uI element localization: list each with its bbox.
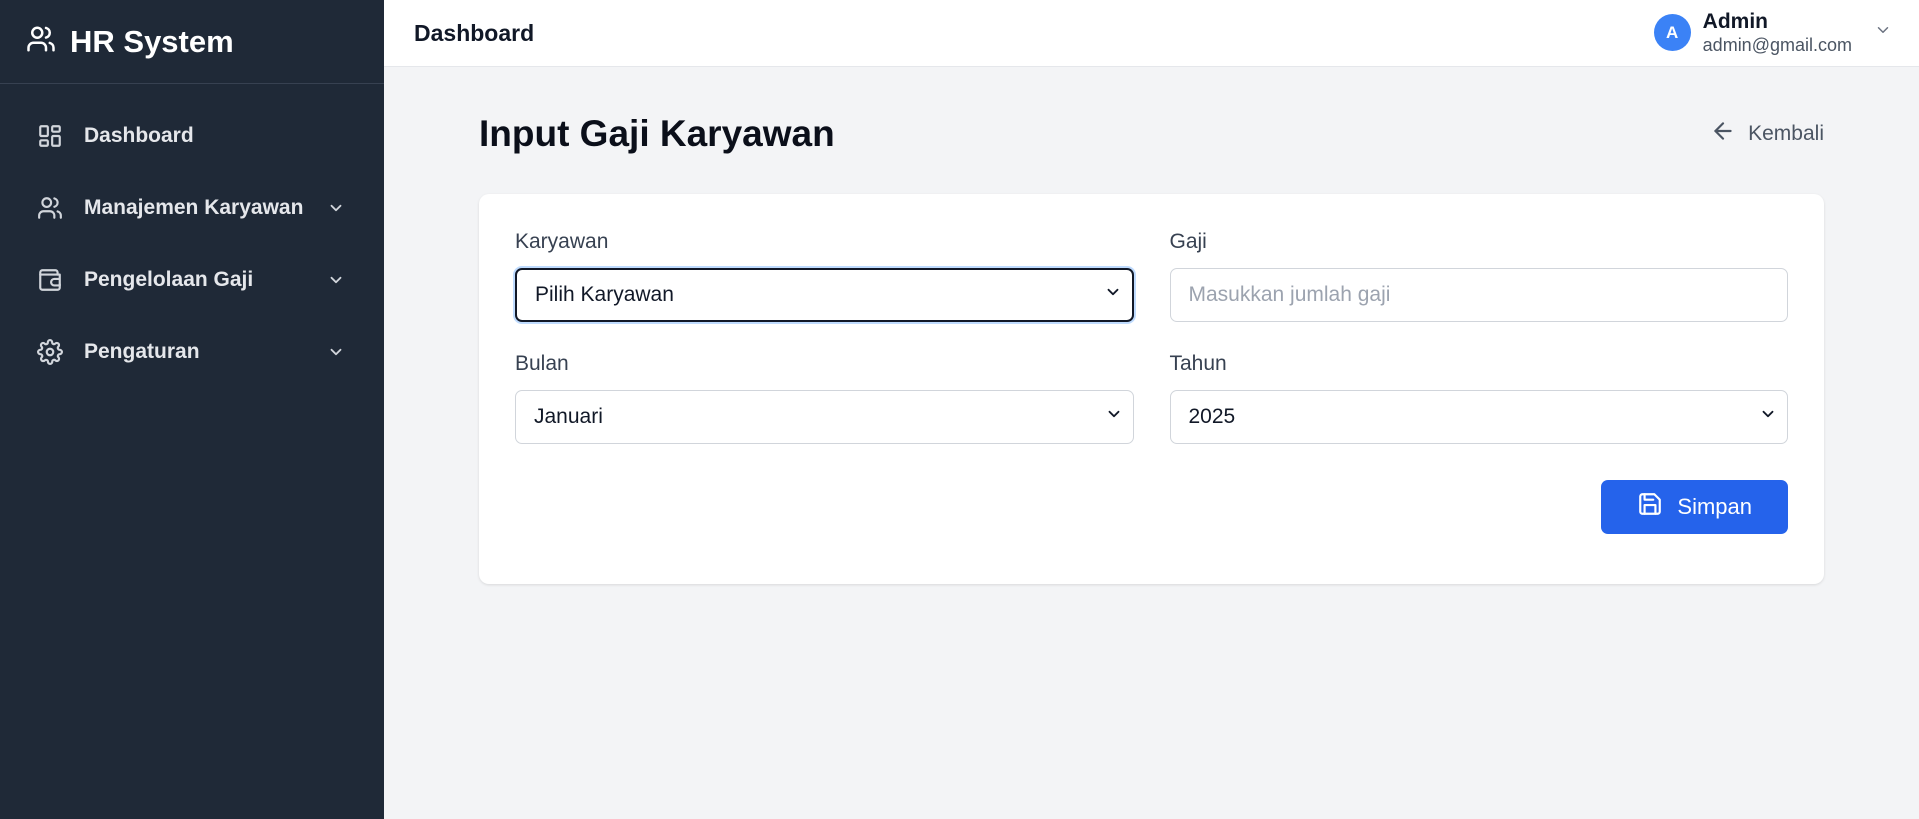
sidebar-item-label: Dashboard [84, 124, 194, 147]
sidebar-item-label: Manajemen Karyawan [84, 196, 304, 219]
back-button[interactable]: Kembali [1710, 118, 1824, 150]
chevron-down-icon [1104, 283, 1122, 307]
page-header: Input Gaji Karyawan Kembali [479, 105, 1824, 163]
sidebar: HR System Dashboard Manajemen Karyawan P… [0, 0, 384, 819]
main-area: Dashboard A Admin admin@gmail.com Input … [384, 0, 1919, 819]
user-name: Admin [1702, 10, 1768, 34]
field-gaji: Gaji [1169, 230, 1788, 322]
sidebar-item-pengaturan[interactable]: Pengaturan [0, 316, 384, 388]
karyawan-select[interactable]: Pilih Karyawan [515, 268, 1134, 322]
chevron-down-icon [326, 342, 346, 362]
brand-title: HR System [70, 23, 234, 59]
salary-form-card: Karyawan Pilih Karyawan Gaji Bul [479, 194, 1824, 584]
field-bulan: Bulan Januari [515, 352, 1134, 444]
bulan-select-value: Januari [534, 405, 603, 428]
topbar: Dashboard A Admin admin@gmail.com [384, 0, 1919, 67]
karyawan-label: Karyawan [515, 230, 609, 253]
tahun-select-value: 2025 [1188, 405, 1236, 428]
dashboard-grid-icon [36, 122, 64, 150]
sidebar-nav: Dashboard Manajemen Karyawan Pengelolaan… [0, 84, 384, 388]
sidebar-item-label: Pengelolaan Gaji [84, 268, 254, 291]
page-title: Input Gaji Karyawan [479, 113, 835, 154]
bulan-label: Bulan [515, 352, 569, 375]
form-grid: Karyawan Pilih Karyawan Gaji Bul [515, 230, 1788, 444]
chevron-down-icon [326, 270, 346, 290]
app-root: HR System Dashboard Manajemen Karyawan P… [0, 0, 1919, 819]
field-karyawan: Karyawan Pilih Karyawan [515, 230, 1134, 322]
gaji-label: Gaji [1169, 230, 1207, 253]
sidebar-item-label: Pengaturan [84, 340, 200, 363]
bulan-select[interactable]: Januari [515, 390, 1134, 444]
tahun-label: Tahun [1169, 352, 1227, 375]
user-email: admin@gmail.com [1702, 35, 1852, 56]
gear-icon [36, 338, 64, 366]
sidebar-item-pengelolaan-gaji[interactable]: Pengelolaan Gaji [0, 244, 384, 316]
avatar: A [1653, 14, 1691, 52]
karyawan-select-value: Pilih Karyawan [535, 283, 674, 306]
brand: HR System [0, 0, 384, 84]
chevron-down-icon [1105, 405, 1123, 429]
content: Input Gaji Karyawan Kembali Karyawan Pil… [384, 67, 1919, 584]
user-info: Admin admin@gmail.com [1703, 10, 1852, 56]
tahun-select[interactable]: 2025 [1169, 390, 1788, 444]
form-actions: Simpan [515, 480, 1788, 534]
users-icon [36, 194, 64, 222]
gaji-input[interactable] [1169, 268, 1788, 322]
save-label: Simpan [1677, 494, 1752, 519]
user-menu[interactable]: A Admin admin@gmail.com [1653, 10, 1892, 56]
back-label: Kembali [1748, 122, 1824, 145]
chevron-down-icon [1874, 21, 1892, 44]
topbar-title: Dashboard [414, 19, 535, 46]
chevron-down-icon [326, 198, 346, 218]
field-tahun: Tahun 2025 [1169, 352, 1788, 444]
save-button[interactable]: Simpan [1601, 480, 1788, 534]
save-icon [1637, 491, 1663, 523]
wallet-icon [36, 266, 64, 294]
sidebar-item-dashboard[interactable]: Dashboard [0, 100, 384, 172]
chevron-down-icon [1759, 405, 1777, 429]
users-icon [26, 24, 56, 59]
arrow-left-icon [1710, 118, 1736, 150]
sidebar-item-manajemen-karyawan[interactable]: Manajemen Karyawan [0, 172, 384, 244]
